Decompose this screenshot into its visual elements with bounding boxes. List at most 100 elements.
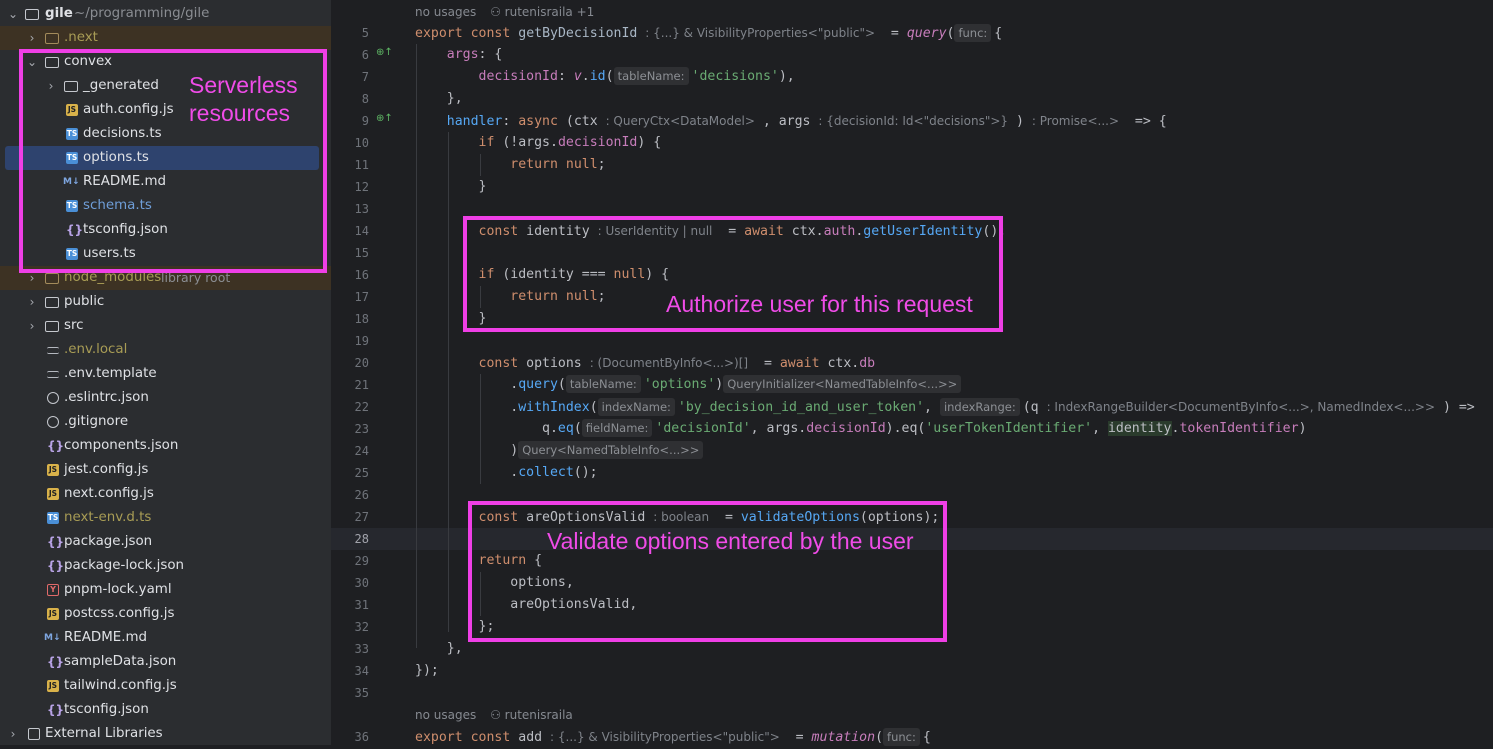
line-number: 26 [354, 488, 369, 502]
code-line[interactable]: }, [415, 638, 463, 660]
code-vision-top[interactable]: no usages ⚇ rutenisraila +1 [415, 2, 594, 22]
code-line[interactable]: } [415, 176, 487, 198]
ts-file-icon: TS [47, 512, 59, 524]
code-token: 'userTokenIdentifier' [925, 421, 1093, 436]
code-token: const [470, 730, 511, 745]
line-number-current: 28 [354, 532, 369, 546]
line-number: 5 [361, 26, 369, 40]
code-token: add [518, 730, 543, 745]
code-token: query [906, 26, 947, 41]
annotation-box-validate [468, 501, 947, 642]
code-vision-bottom[interactable]: no usages ⚇ rutenisraila [415, 705, 573, 725]
code-line[interactable]: .collect(); [415, 462, 597, 484]
json-file-icon: {} [47, 439, 65, 453]
annotation-serverless-line2: resources [189, 100, 290, 126]
implementation-gutter-icon[interactable]: ⊕↑ [376, 47, 393, 58]
tree-label: tsconfig.json [64, 702, 149, 717]
tree-item-env-template[interactable]: .env.template [0, 362, 331, 386]
tree-item-package-lock[interactable]: {} package-lock.json [0, 554, 331, 578]
tree-item-pnpm-lock[interactable]: Y pnpm-lock.yaml [0, 578, 331, 602]
line-number: 27 [354, 510, 369, 524]
tree-item-tailwind-config[interactable]: JS tailwind.config.js [0, 674, 331, 698]
tree-item-components[interactable]: {} components.json [0, 434, 331, 458]
tree-item-sample-data[interactable]: {} sampleData.json [0, 650, 331, 674]
code-line[interactable]: const options : (DocumentByInfo<...>)[] … [415, 352, 876, 374]
tree-item-src[interactable]: › src [0, 314, 331, 338]
tree-item-external-libraries[interactable]: › External Libraries [0, 722, 331, 745]
tree-label: package.json [64, 534, 153, 549]
code-line[interactable]: q.eq(fieldName:'decisionId', args.decisi… [415, 418, 1307, 440]
tree-root[interactable]: ⌄ gile ~/programming/gile [0, 2, 331, 26]
code-token: decisionId [478, 69, 558, 84]
line-number: 6 [361, 48, 369, 62]
code-token: 'decisionId' [655, 421, 751, 436]
tree-item-env-local[interactable]: .env.local [0, 338, 331, 362]
tree-item-tsconfig-root[interactable]: {} tsconfig.json [0, 698, 331, 722]
tree-item-package[interactable]: {} package.json [0, 530, 331, 554]
tree-item-next-env[interactable]: TS next-env.d.ts [0, 506, 331, 530]
code-line[interactable]: args: { [415, 44, 503, 66]
code-line[interactable]: ) Query<NamedTableInfo<...>> [415, 440, 706, 462]
tree-label: public [64, 294, 105, 309]
code-line[interactable]: return null; [415, 154, 605, 176]
line-number: 25 [354, 466, 369, 480]
tree-label: jest.config.js [64, 462, 149, 477]
folder-icon [45, 33, 59, 44]
code-token: decisionId [557, 135, 638, 150]
author-label[interactable]: rutenisraila +1 [505, 5, 595, 19]
root-name: gile [45, 6, 73, 21]
type-hint-chip: Query<NamedTableInfo<...>> [518, 441, 704, 459]
code-token: if [478, 135, 495, 150]
code-token: 'options' [643, 377, 716, 392]
code-line[interactable]: if (!args.decisionId) { [415, 132, 662, 154]
tree-item-postcss-config[interactable]: JS postcss.config.js [0, 602, 331, 626]
tree-item-public[interactable]: › public [0, 290, 331, 314]
code-line[interactable]: export const getByDecisionId : {...} & V… [415, 22, 1002, 44]
tree-item-eslintrc[interactable]: .eslintrc.json [0, 386, 331, 410]
folder-icon [45, 321, 59, 332]
code-token: withIndex [518, 400, 590, 415]
tree-label: .env.template [64, 366, 157, 381]
line-number: 8 [361, 92, 369, 106]
code-line[interactable]: decisionId: v.id(tableName:'decisions'), [415, 66, 795, 88]
line-number: 12 [354, 180, 369, 194]
line-number: 22 [354, 400, 369, 414]
code-token: decisionId [806, 421, 886, 436]
chevron-down-icon[interactable]: ⌄ [7, 2, 19, 26]
chevron-right-icon[interactable]: › [7, 722, 19, 745]
usages-label[interactable]: no usages [415, 5, 476, 19]
line-number: 20 [354, 356, 369, 370]
tree-item-readme-root[interactable]: M↓ README.md [0, 626, 331, 650]
line-number: 29 [354, 554, 369, 568]
implementation-gutter-icon[interactable]: ⊕↑ [376, 113, 393, 124]
code-line[interactable]: }); [415, 660, 439, 682]
code-token: await [779, 356, 820, 371]
chevron-right-icon[interactable]: › [26, 314, 38, 338]
code-token: tokenIdentifier [1179, 421, 1299, 436]
chevron-right-icon[interactable]: › [26, 26, 38, 50]
tree-label: .next [64, 30, 98, 45]
line-number: 21 [354, 378, 369, 392]
markdown-file-icon: M↓ [44, 633, 61, 643]
js-file-icon: JS [47, 680, 59, 692]
code-token: export [415, 730, 463, 745]
type-hint: : {...} & VisibilityProperties<"public"> [550, 730, 780, 744]
tree-item-next[interactable]: › .next [0, 26, 331, 50]
code-line[interactable]: handler: async (ctx : QueryCtx<DataModel… [415, 110, 1167, 132]
tree-label: tailwind.config.js [64, 678, 177, 693]
usages-label[interactable]: no usages [415, 708, 476, 722]
code-line[interactable]: .withIndex(indexName:'by_decision_id_and… [415, 396, 1475, 418]
chevron-right-icon[interactable]: › [26, 290, 38, 314]
author-label[interactable]: rutenisraila [505, 708, 573, 722]
code-line[interactable]: .query(tableName:'options') QueryInitiali… [415, 374, 964, 396]
code-line[interactable]: }, [415, 88, 463, 110]
tree-item-next-config[interactable]: JS next.config.js [0, 482, 331, 506]
tree-item-jest-config[interactable]: JS jest.config.js [0, 458, 331, 482]
tree-label: pnpm-lock.yaml [64, 582, 172, 597]
tree-label: src [64, 318, 84, 333]
tree-item-gitignore[interactable]: .gitignore [0, 410, 331, 434]
tree-label: .gitignore [64, 414, 129, 429]
type-hint: : IndexRangeBuilder<DocumentByInfo<...>,… [1046, 400, 1436, 414]
annotation-serverless-line1: Serverless [189, 72, 298, 98]
line-number: 17 [354, 290, 369, 304]
